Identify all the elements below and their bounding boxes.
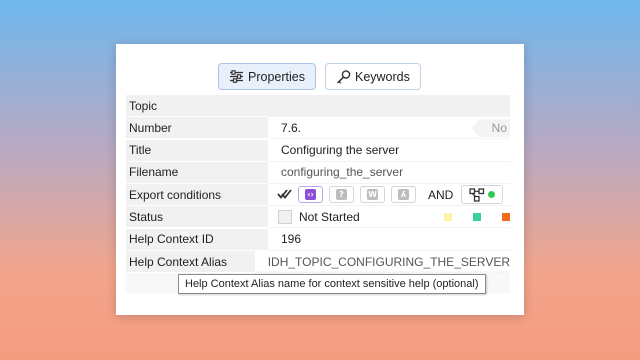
- status-label: Status: [126, 206, 268, 229]
- status-swatch-yellow[interactable]: [444, 213, 452, 222]
- title-value: Configuring the server: [281, 143, 400, 158]
- topic-label: Topic: [126, 95, 268, 117]
- properties-grid: Topic Number 7.6. No Title Configuring t…: [126, 95, 510, 274]
- row-topic: Topic: [126, 95, 510, 117]
- help-context-id-label: Help Context ID: [126, 228, 268, 251]
- status-swatch-orange[interactable]: [502, 213, 510, 222]
- help-context-id-field[interactable]: 196: [268, 229, 510, 251]
- help-context-alias-label: Help Context Alias: [126, 251, 255, 274]
- pdf-output-button[interactable]: ʎ: [391, 186, 416, 204]
- number-label: Number: [126, 117, 268, 140]
- tab-keywords[interactable]: Keywords: [324, 63, 421, 90]
- row-help-context-id: Help Context ID 196: [126, 228, 510, 251]
- title-label: Title: [126, 139, 268, 162]
- check-all-icon[interactable]: [276, 187, 292, 203]
- status-dot-icon: [488, 191, 496, 199]
- filename-value: configuring_the_server: [281, 165, 404, 180]
- word-output-button[interactable]: W: [360, 186, 385, 204]
- tab-properties[interactable]: Properties: [218, 63, 316, 90]
- row-help-context-alias: Help Context Alias IDH_TOPIC_CONFIGURING…: [126, 251, 510, 274]
- status-swatch-green[interactable]: [473, 213, 481, 222]
- status-field[interactable]: Not Started: [268, 206, 510, 229]
- word-icon: W: [367, 189, 378, 201]
- row-number: Number 7.6. No: [126, 117, 510, 140]
- tab-keywords-label: Keywords: [354, 69, 410, 84]
- number-value: 7.6.: [281, 120, 302, 135]
- sliders-icon: [229, 70, 244, 83]
- help-context-alias-field[interactable]: IDH_TOPIC_CONFIGURING_THE_SERVER: [254, 251, 510, 274]
- topic-properties-panel: Properties Keywords Topic Number 7.6. No: [116, 44, 524, 315]
- pdf-icon: ʎ: [398, 189, 409, 201]
- condition-flow-button[interactable]: [461, 185, 504, 205]
- status-value: Not Started: [299, 209, 360, 224]
- html-icon: ‹›: [305, 189, 316, 201]
- export-conditions-field: ‹› ? W ʎ AND: [268, 184, 510, 207]
- row-title: Title Configuring the server: [126, 139, 510, 162]
- help-context-id-value: 196: [281, 232, 302, 247]
- html-output-button[interactable]: ‹›: [298, 186, 323, 204]
- help-output-button[interactable]: ?: [329, 186, 354, 204]
- and-label: AND: [428, 187, 454, 202]
- numbering-no-button[interactable]: No: [472, 119, 510, 138]
- row-filename: Filename configuring_the_server: [126, 161, 510, 184]
- filename-field[interactable]: configuring_the_server: [268, 162, 510, 184]
- title-field[interactable]: Configuring the server: [268, 140, 510, 162]
- tab-properties-label: Properties: [248, 69, 305, 84]
- status-color-box[interactable]: [278, 209, 292, 224]
- number-field[interactable]: 7.6. No: [268, 117, 510, 140]
- filename-label: Filename: [126, 161, 268, 184]
- export-conditions-label: Export conditions: [126, 184, 268, 207]
- row-status: Status Not Started: [126, 206, 510, 229]
- flow-icon: [469, 188, 485, 202]
- help-icon: ?: [336, 189, 347, 201]
- topic-value: [268, 95, 510, 117]
- row-export-conditions: Export conditions ‹› ? W ʎ AND: [126, 184, 510, 207]
- help-context-alias-tooltip: Help Context Alias name for context sens…: [178, 274, 486, 294]
- key-icon: [336, 69, 351, 84]
- tab-bar: Properties Keywords: [218, 63, 421, 90]
- help-context-alias-value: IDH_TOPIC_CONFIGURING_THE_SERVER: [267, 254, 510, 269]
